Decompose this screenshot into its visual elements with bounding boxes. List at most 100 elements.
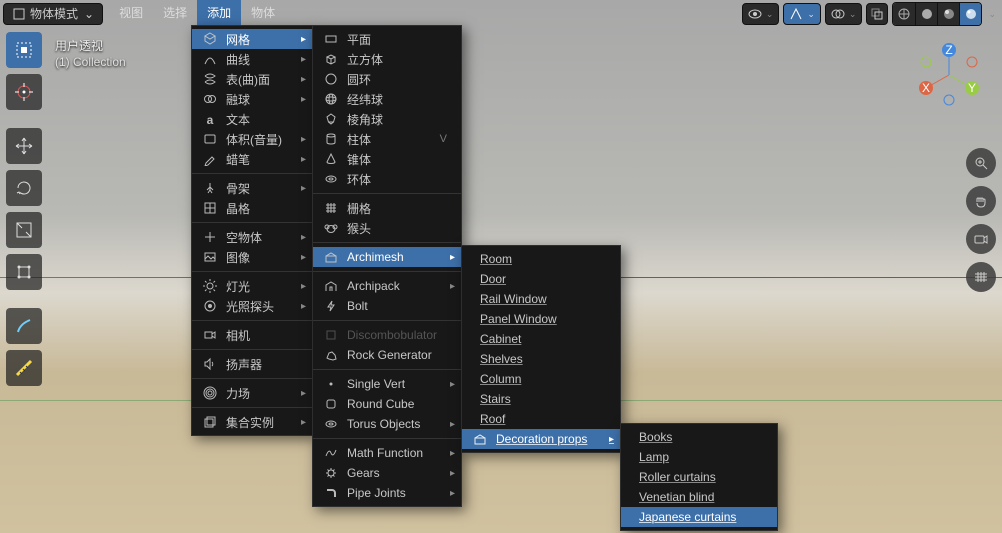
menu-item-pipe-joints[interactable]: Pipe Joints▸ (313, 483, 461, 503)
menu-item--[interactable]: a文本 (192, 109, 312, 129)
menu-item-roller-curtains[interactable]: Roller curtains (621, 467, 777, 487)
menu-item-door[interactable]: Door (462, 269, 620, 289)
decoration-props-submenu[interactable]: BooksLampRoller curtainsVenetian blindJa… (620, 423, 778, 531)
shading-solid[interactable] (915, 3, 937, 25)
menu-item-archipack[interactable]: Archipack▸ (313, 276, 461, 296)
menu-item-single-vert[interactable]: Single Vert▸ (313, 374, 461, 394)
menu-item--[interactable]: 栅格 (313, 198, 461, 218)
menu-item-shelves[interactable]: Shelves (462, 349, 620, 369)
menu-item--[interactable]: 棱角球 (313, 109, 461, 129)
gears-icon (321, 466, 341, 480)
menu-item-cabinet[interactable]: Cabinet (462, 329, 620, 349)
submenu-arrow-icon: ▸ (301, 34, 306, 45)
overlay-toggle[interactable]: ⌄ (825, 3, 863, 25)
menu-item--[interactable]: 体积(音量)▸ (192, 129, 312, 149)
menu-item--[interactable]: 蜡笔▸ (192, 149, 312, 169)
menu-item--[interactable]: 晶格 (192, 198, 312, 218)
shading-wireframe[interactable] (893, 3, 915, 25)
tool-cursor[interactable] (6, 74, 42, 110)
camera-view-control[interactable] (966, 224, 996, 254)
cursor-icon (14, 82, 34, 102)
chevron-down-icon: ⌄ (988, 9, 996, 20)
shading-material[interactable] (937, 3, 959, 25)
menu-item--[interactable]: 曲线▸ (192, 49, 312, 69)
svg-text:Z: Z (945, 43, 952, 57)
menu-item--[interactable]: 经纬球 (313, 89, 461, 109)
menu-item--[interactable]: 光照探头▸ (192, 296, 312, 316)
eye-icon (748, 7, 762, 21)
shading-rendered[interactable] (959, 3, 981, 25)
menu-item--[interactable]: 环体 (313, 169, 461, 189)
chevron-down-icon: ⌄ (849, 9, 857, 20)
menu-item--[interactable]: 锥体 (313, 149, 461, 169)
menu-item-rock-generator[interactable]: Rock Generator (313, 345, 461, 365)
menu-item--[interactable]: 猴头 (313, 218, 461, 238)
menu-item-label: 图像 (226, 249, 250, 266)
menu-item-roof[interactable]: Roof (462, 409, 620, 429)
math-icon (321, 446, 341, 460)
mesh-submenu[interactable]: 平面立方体圆环经纬球棱角球柱体V锥体环体栅格猴头 Archimesh▸ Archip… (312, 25, 462, 507)
menu-item-japanese-curtains[interactable]: Japanese curtains (621, 507, 777, 527)
add-menu[interactable]: 网格▸曲线▸表(曲)面▸融球▸a文本体积(音量)▸蜡笔▸骨架▸晶格空物体▸图像▸… (191, 25, 313, 436)
shortcut-key: V (440, 133, 447, 145)
menu-item--[interactable]: 网格▸ (192, 29, 312, 49)
xray-toggle[interactable] (866, 3, 888, 25)
submenu-arrow-icon: ▸ (450, 281, 455, 292)
menu-item--[interactable]: 力场▸ (192, 383, 312, 403)
menu-item--[interactable]: 图像▸ (192, 247, 312, 267)
menu-item-math-function[interactable]: Math Function▸ (313, 443, 461, 463)
menu-item--[interactable]: 灯光▸ (192, 276, 312, 296)
menu-item-column[interactable]: Column (462, 369, 620, 389)
tool-scale[interactable] (6, 212, 42, 248)
perspective-control[interactable] (966, 262, 996, 292)
menu-item--[interactable]: 平面 (313, 29, 461, 49)
menu-item-bolt[interactable]: Bolt (313, 296, 461, 316)
menu-item--[interactable]: 相机 (192, 325, 312, 345)
menu-item--[interactable]: 圆环 (313, 69, 461, 89)
zoom-control[interactable] (966, 148, 996, 178)
menu-item-panel-window[interactable]: Panel Window (462, 309, 620, 329)
menu-item--[interactable]: 空物体▸ (192, 227, 312, 247)
menu-item-lamp[interactable]: Lamp (621, 447, 777, 467)
menu-item-decoration-props[interactable]: Decoration props▸ (462, 429, 620, 449)
tool-move[interactable] (6, 128, 42, 164)
tool-annotate[interactable] (6, 308, 42, 344)
measure-icon (14, 358, 34, 378)
menu-item-round-cube[interactable]: Round Cube (313, 394, 461, 414)
menu-item-label: 力场 (226, 385, 250, 402)
pan-control[interactable] (966, 186, 996, 216)
menu-选择[interactable]: 选择 (153, 0, 197, 26)
gizmo-toggle[interactable]: ⌄ (783, 3, 821, 25)
menu-item--[interactable]: 立方体 (313, 49, 461, 69)
menu-item-gears[interactable]: Gears▸ (313, 463, 461, 483)
menu-item-rail-window[interactable]: Rail Window (462, 289, 620, 309)
menu-item-torus-objects[interactable]: Torus Objects▸ (313, 414, 461, 434)
menu-item-archimesh[interactable]: Archimesh▸ (313, 247, 461, 267)
tool-transform[interactable] (6, 254, 42, 290)
menu-物体[interactable]: 物体 (241, 0, 285, 26)
tool-rotate[interactable] (6, 170, 42, 206)
menu-item-books[interactable]: Books (621, 427, 777, 447)
tool-select-box[interactable] (6, 32, 42, 68)
mode-selector[interactable]: 物体模式 ⌄ (3, 3, 103, 25)
rock-icon (321, 348, 341, 362)
menu-item--[interactable]: 柱体V (313, 129, 461, 149)
nav-gizmo[interactable]: X Y Z (914, 40, 984, 110)
submenu-arrow-icon: ▸ (450, 379, 455, 390)
tool-measure[interactable] (6, 350, 42, 386)
menu-item-stairs[interactable]: Stairs (462, 389, 620, 409)
menu-item-room[interactable]: Room (462, 249, 620, 269)
menu-item-venetian-blind[interactable]: Venetian blind (621, 487, 777, 507)
menu-视图[interactable]: 视图 (109, 0, 153, 26)
menu-item--[interactable]: 融球▸ (192, 89, 312, 109)
archimesh-submenu[interactable]: RoomDoorRail WindowPanel WindowCabinetSh… (461, 245, 621, 453)
grid-icon (973, 269, 989, 285)
menu-item--[interactable]: 骨架▸ (192, 178, 312, 198)
menu-添加[interactable]: 添加 (197, 0, 241, 26)
menu-item--[interactable]: 集合实例▸ (192, 412, 312, 432)
menu-item--[interactable]: 表(曲)面▸ (192, 69, 312, 89)
material-icon (942, 7, 956, 21)
visibility-dropdown[interactable]: ⌄ (742, 3, 780, 25)
menu-item--[interactable]: 扬声器 (192, 354, 312, 374)
menu-item-label: Math Function (347, 446, 423, 460)
